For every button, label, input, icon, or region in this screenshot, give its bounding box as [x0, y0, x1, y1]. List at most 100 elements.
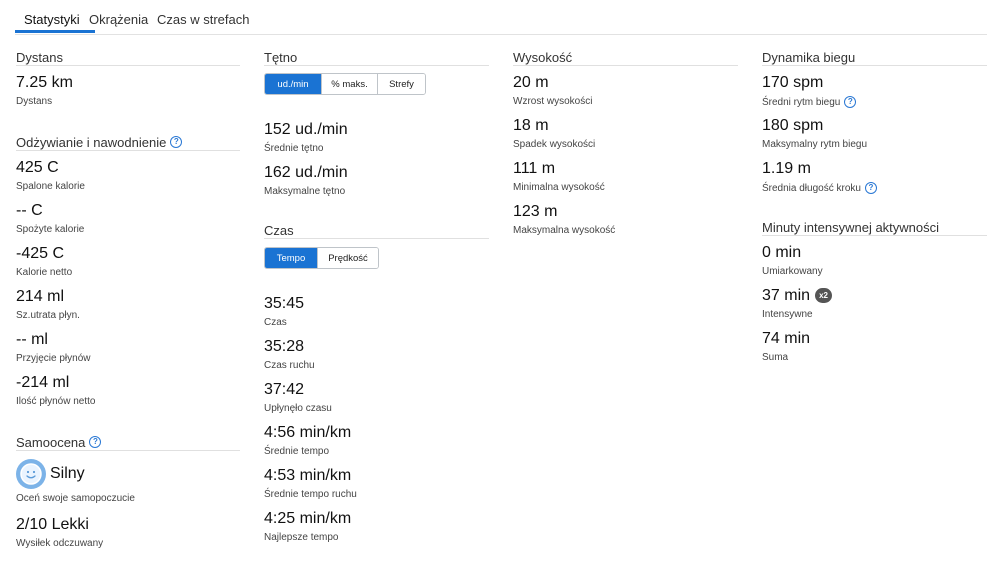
active-tab-indicator — [15, 30, 95, 33]
stat-value: -- ml — [16, 331, 48, 348]
stat-label: Spożyte kalorie — [16, 224, 85, 235]
heart-rate-unit-toggle: ud./min % maks. Strefy — [264, 73, 426, 95]
stat-value: 425 C — [16, 159, 59, 176]
stat-avg-moving-pace: 4:53 min/km Średnie tempo ruchu — [264, 467, 357, 500]
stat-avg-cadence: 170 spm Średni rytm biegu ? — [762, 74, 857, 108]
pace-button[interactable]: Tempo — [265, 248, 318, 268]
stat-label: Najlepsze tempo — [264, 532, 339, 543]
pace-speed-toggle: Tempo Prędkość — [264, 247, 379, 269]
stat-label-row: Średnia długość kroku ? — [762, 182, 877, 194]
feeling-row: Silny — [16, 459, 135, 489]
stat-max-hr: 162 ud./min Maksymalne tętno — [264, 164, 348, 197]
stat-perceived-effort: 2/10 Lekki Wysiłek odczuwany — [16, 516, 103, 549]
stat-value: 35:28 — [264, 338, 305, 355]
stat-value: 152 ud./min — [264, 121, 348, 138]
tab-statystyki[interactable]: Statystyki — [24, 12, 80, 27]
stat-value: -425 C — [16, 245, 65, 262]
stat-label: Maksymalny rytm biegu — [762, 139, 868, 150]
tab-bar: Statystyki Okrążenia Czas w strefach — [15, 0, 987, 35]
stat-label: Kalorie netto — [16, 267, 73, 278]
stat-total-intensity-minutes: 74 min Suma — [762, 330, 810, 363]
stat-label: Wysiłek odczuwany — [16, 538, 104, 549]
stat-label: Upłynęło czasu — [264, 403, 332, 414]
stat-value: 111 m — [513, 160, 556, 177]
stat-max-elevation: 123 m Maksymalna wysokość — [513, 203, 615, 236]
stat-value: 37:42 — [264, 381, 305, 398]
section-title-nutrition: Odżywianie i nawodnienie ? — [16, 135, 240, 151]
stat-label: Maksymalna wysokość — [513, 225, 616, 236]
stat-label: Czas — [264, 317, 287, 328]
stat-value: 7.25 km — [16, 74, 73, 91]
section-title-running-dynamics: Dynamika biegu — [762, 50, 987, 66]
stat-label: Średni rytm biegu — [762, 96, 841, 108]
stat-label: Przyjęcie płynów — [16, 353, 91, 364]
stat-net-fluid: -214 ml Ilość płynów netto — [16, 374, 96, 407]
stat-max-cadence: 180 spm Maksymalny rytm biegu — [762, 117, 867, 150]
section-title-intensity-minutes: Minuty intensywnej aktywności — [762, 220, 987, 236]
tab-czas-w-strefach[interactable]: Czas w strefach — [157, 12, 249, 27]
stat-label: Średnia długość kroku — [762, 182, 861, 194]
stat-label: Maksymalne tętno — [264, 186, 346, 197]
stat-value: 74 min — [762, 330, 811, 347]
hr-unit-bpm-button[interactable]: ud./min — [265, 74, 322, 94]
stat-consumed-calories: -- C Spożyte kalorie — [16, 202, 84, 235]
stat-value: 20 m — [513, 74, 549, 91]
stat-moderate-minutes: 0 min Umiarkowany — [762, 244, 823, 277]
stat-value: 4:25 min/km — [264, 510, 352, 527]
stat-burned-calories: 425 C Spalone kalorie — [16, 159, 85, 192]
section-title-distance: Dystans — [16, 50, 240, 66]
stat-value: 1.19 m — [762, 160, 811, 177]
stat-feeling[interactable]: Silny Oceń swoje samopoczucie — [16, 459, 135, 504]
stat-value: -214 ml — [16, 374, 70, 391]
stat-elevation-gain: 20 m Wzrost wysokości — [513, 74, 592, 107]
stat-net-calories: -425 C Kalorie netto — [16, 245, 72, 278]
stat-elapsed-time: 37:42 Upłynęło czasu — [264, 381, 332, 414]
stat-label: Minimalna wysokość — [513, 182, 605, 193]
stat-elevation-loss: 18 m Spadek wysokości — [513, 117, 595, 150]
section-title-self-eval: Samoocena ? — [16, 435, 240, 451]
stat-label: Dystans — [16, 96, 53, 107]
stat-label: Czas ruchu — [264, 360, 315, 371]
hr-unit-percent-max-button[interactable]: % maks. — [322, 74, 378, 94]
hr-unit-zones-button[interactable]: Strefy — [378, 74, 425, 94]
stat-min-elevation: 111 m Minimalna wysokość — [513, 160, 605, 193]
stat-fluid-intake: -- ml Przyjęcie płynów — [16, 331, 90, 364]
stat-sweat-loss: 214 ml Sz.utrata płyn. — [16, 288, 80, 321]
stat-label: Średnie tempo ruchu — [264, 489, 357, 500]
section-title-text: Odżywianie i nawodnienie — [16, 134, 167, 150]
stat-value: 0 min — [762, 244, 802, 261]
stat-label: Średnie tętno — [264, 143, 324, 154]
speed-button[interactable]: Prędkość — [318, 248, 378, 268]
stat-label: Sz.utrata płyn. — [16, 310, 80, 321]
feeling-value: Silny — [50, 465, 85, 482]
stat-value: 170 spm — [762, 74, 824, 91]
help-icon[interactable]: ? — [89, 436, 102, 448]
help-icon[interactable]: ? — [844, 96, 857, 108]
stat-value: 35:45 — [264, 295, 305, 312]
stat-value: 123 m — [513, 203, 558, 220]
stat-value: 4:56 min/km — [264, 424, 352, 441]
section-title-heart-rate: Tętno — [264, 50, 489, 66]
help-icon[interactable]: ? — [864, 182, 877, 194]
tab-okrazenia[interactable]: Okrążenia — [89, 12, 148, 27]
section-title-elevation: Wysokość — [513, 50, 738, 66]
smiley-face-icon[interactable] — [16, 459, 46, 489]
stat-label: Oceń swoje samopoczucie — [16, 493, 135, 504]
stat-value-row: 37 min x2 — [762, 287, 833, 305]
stat-label-row: Średni rytm biegu ? — [762, 96, 857, 108]
stat-value: 2/10 Lekki — [16, 516, 89, 533]
stat-label: Średnie tempo — [264, 446, 330, 457]
stat-value: 180 spm — [762, 117, 824, 134]
stat-label: Ilość płynów netto — [16, 396, 96, 407]
stat-label: Spalone kalorie — [16, 181, 85, 192]
stat-label: Wzrost wysokości — [513, 96, 593, 107]
stat-best-pace: 4:25 min/km Najlepsze tempo — [264, 510, 351, 543]
section-title-text: Samoocena — [16, 434, 86, 450]
stat-label: Suma — [762, 352, 789, 363]
stat-value: 4:53 min/km — [264, 467, 352, 484]
stat-value: 37 min — [762, 287, 811, 304]
stat-vigorous-minutes: 37 min x2 Intensywne — [762, 287, 833, 320]
stat-label: Umiarkowany — [762, 266, 823, 277]
help-icon[interactable]: ? — [170, 136, 183, 148]
stat-avg-hr: 152 ud./min Średnie tętno — [264, 121, 348, 154]
